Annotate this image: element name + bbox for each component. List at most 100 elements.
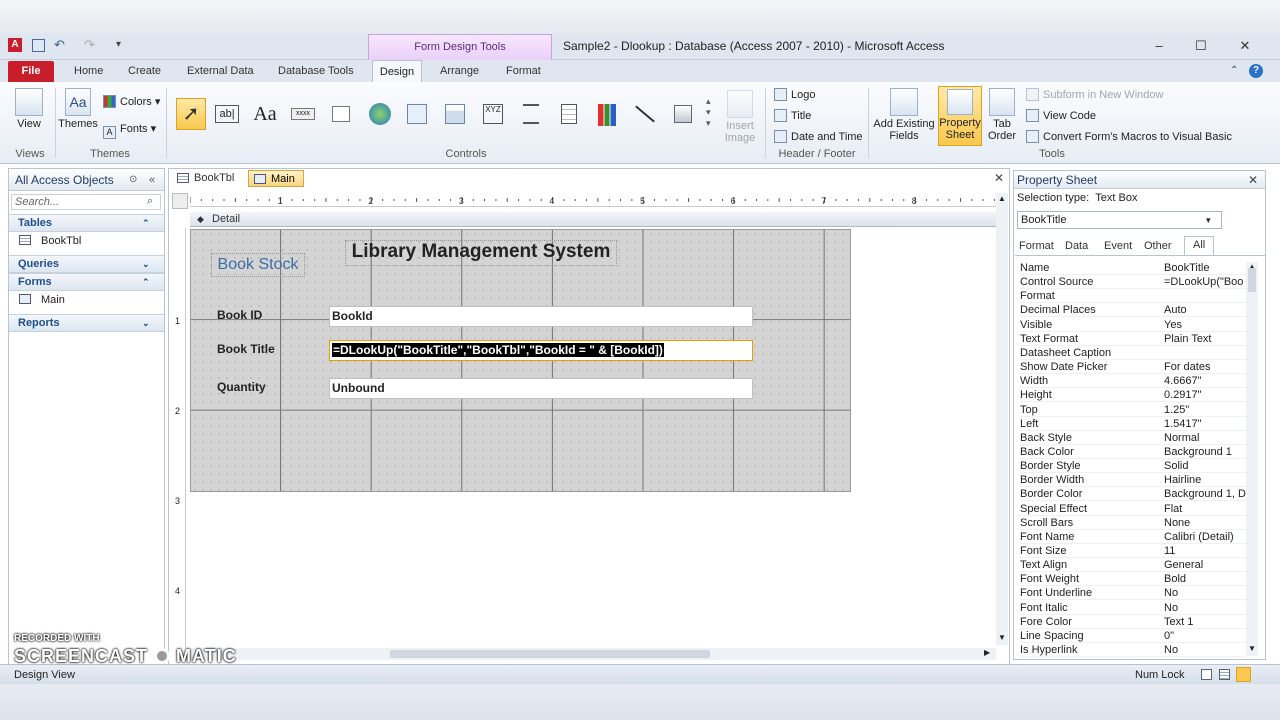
page-break-control[interactable] xyxy=(516,98,546,130)
property-row[interactable]: Text Format Plain Text xyxy=(1020,332,1246,346)
scroll-down-icon[interactable]: ▼ xyxy=(998,633,1006,642)
property-scrollbar[interactable]: ▲ ▼ xyxy=(1246,262,1258,656)
form-title-label[interactable]: Library Management System xyxy=(345,240,617,266)
minimize-button[interactable]: – xyxy=(1148,38,1170,54)
property-row[interactable]: Is Hyperlink No xyxy=(1020,643,1246,658)
property-value[interactable]: Calibri (Detail) xyxy=(1164,530,1246,544)
themes-button[interactable]: Aa Themes xyxy=(58,88,98,130)
save-icon[interactable] xyxy=(32,39,45,52)
textbox-control[interactable]: ab| xyxy=(212,98,242,130)
property-row[interactable]: Font Name Calibri (Detail) xyxy=(1020,530,1246,544)
doc-tab-booktbl[interactable]: BookTbl xyxy=(172,170,242,187)
property-row[interactable]: Scroll Bars None xyxy=(1020,516,1246,530)
tab-order-button[interactable]: Tab Order xyxy=(986,88,1018,142)
property-row[interactable]: Text Align General xyxy=(1020,558,1246,573)
property-row[interactable]: Border Color Background 1, D xyxy=(1020,487,1246,502)
logo-button[interactable]: Logo xyxy=(774,88,815,101)
detail-section-bar[interactable]: ◆ Detail xyxy=(190,212,996,227)
property-row[interactable]: Fore Color Text 1 xyxy=(1020,615,1246,629)
scroll-down-icon[interactable]: ▼ xyxy=(1248,644,1256,653)
horizontal-scrollbar[interactable]: ▶ xyxy=(190,648,996,660)
combo-box-control[interactable] xyxy=(554,98,584,130)
nav-section-queries[interactable]: Queries ⌄ xyxy=(9,255,164,273)
property-row[interactable]: Special Effect Flat xyxy=(1020,502,1246,516)
property-value[interactable]: Flat xyxy=(1164,502,1246,516)
view-code-button[interactable]: View Code xyxy=(1026,109,1096,122)
prop-tab-format[interactable]: Format xyxy=(1019,240,1054,252)
property-value[interactable]: General xyxy=(1164,558,1246,572)
close-document-icon[interactable]: ✕ xyxy=(994,171,1004,185)
property-value[interactable]: Hairline xyxy=(1164,473,1246,487)
property-row[interactable]: Height 0.2917" xyxy=(1020,388,1246,403)
property-value[interactable]: Solid xyxy=(1164,459,1246,473)
property-value[interactable]: Normal xyxy=(1164,431,1246,445)
book-id-label[interactable]: Book ID xyxy=(217,308,262,322)
property-row[interactable]: Back Style Normal xyxy=(1020,431,1246,445)
undo-icon[interactable]: ↶ xyxy=(54,37,65,53)
option-group-control[interactable]: XYZ xyxy=(478,98,508,130)
property-value[interactable]: 0" xyxy=(1164,629,1246,643)
property-row[interactable]: Font Underline No xyxy=(1020,586,1246,601)
property-value[interactable]: No xyxy=(1164,586,1246,600)
property-value[interactable]: Background 1 xyxy=(1164,445,1246,459)
property-value[interactable]: No xyxy=(1164,643,1246,657)
help-icon[interactable]: ? xyxy=(1249,64,1263,78)
book-id-textbox[interactable]: BookId xyxy=(329,306,753,327)
nav-item-main[interactable]: Main xyxy=(19,294,65,306)
button-control[interactable]: xxxx xyxy=(288,98,318,130)
quantity-textbox[interactable]: Unbound xyxy=(329,378,753,399)
object-selector-dropdown[interactable]: BookTitle ▾ xyxy=(1017,211,1222,229)
date-time-button[interactable]: Date and Time xyxy=(774,130,863,143)
tab-external-data[interactable]: External Data xyxy=(181,60,260,82)
nav-section-forms[interactable]: Forms ⌃ xyxy=(9,273,164,291)
property-value[interactable]: For dates xyxy=(1164,360,1246,374)
nav-section-tables[interactable]: Tables ⌃ xyxy=(9,214,164,232)
property-value[interactable]: =DLookUp("Boo xyxy=(1164,275,1246,289)
tab-create[interactable]: Create xyxy=(122,60,167,82)
nav-item-booktbl[interactable]: BookTbl xyxy=(19,235,81,247)
search-icon[interactable]: ⌕ xyxy=(147,195,153,208)
colors-button[interactable]: Colors ▾ xyxy=(103,95,160,108)
prop-tab-event[interactable]: Event xyxy=(1104,240,1132,252)
property-value[interactable]: None xyxy=(1164,516,1246,530)
property-value[interactable]: 1.25" xyxy=(1164,403,1246,417)
tab-arrange[interactable]: Arrange xyxy=(434,60,485,82)
view-button[interactable]: View xyxy=(10,88,48,130)
form-view-icon[interactable] xyxy=(1201,669,1212,680)
property-value[interactable]: 0.2917" xyxy=(1164,388,1246,402)
property-row[interactable]: Back Color Background 1 xyxy=(1020,445,1246,459)
insert-image-button[interactable]: Insert Image xyxy=(720,90,760,144)
property-row[interactable]: Visible Yes xyxy=(1020,318,1246,332)
property-value[interactable]: Background 1, D xyxy=(1164,487,1246,501)
hyperlink-control[interactable] xyxy=(364,98,394,130)
property-row[interactable]: Show Date Picker For dates xyxy=(1020,360,1246,375)
close-button[interactable]: ✕ xyxy=(1234,38,1256,54)
nav-pane-header[interactable]: All Access Objects ⊙ « xyxy=(9,169,164,191)
vertical-scrollbar[interactable]: ▲ ▼ xyxy=(996,193,1008,645)
property-value[interactable]: Plain Text xyxy=(1164,332,1246,346)
book-title-label[interactable]: Book Title xyxy=(217,342,275,356)
nav-section-reports[interactable]: Reports ⌄ xyxy=(9,314,164,332)
horizontal-scroll-thumb[interactable] xyxy=(390,650,710,658)
convert-macros-button[interactable]: Convert Form's Macros to Visual Basic xyxy=(1026,130,1232,143)
property-row[interactable]: Top 1.25" xyxy=(1020,403,1246,417)
prop-tab-data[interactable]: Data xyxy=(1065,240,1088,252)
select-pointer-control[interactable]: ➚ xyxy=(176,98,206,130)
design-view-icon[interactable] xyxy=(1236,667,1251,682)
redo-icon[interactable]: ↷ xyxy=(84,37,95,53)
controls-gallery-scroll[interactable]: ▴ ▾ ▾ xyxy=(706,96,711,129)
tab-home[interactable]: Home xyxy=(68,60,109,82)
nav-search-input[interactable]: Search... xyxy=(11,194,161,210)
property-value[interactable]: 4.6667" xyxy=(1164,374,1246,388)
minimize-ribbon-icon[interactable]: ⌃ xyxy=(1230,65,1238,76)
scroll-right-icon[interactable]: ▶ xyxy=(984,648,990,657)
label-control[interactable]: Aa xyxy=(250,98,280,130)
property-row[interactable]: Line Spacing 0" xyxy=(1020,629,1246,643)
property-row[interactable]: Font Size 11 xyxy=(1020,544,1246,558)
property-value[interactable]: BookTitle xyxy=(1164,261,1246,275)
property-sheet-button[interactable]: Property Sheet xyxy=(938,86,982,146)
form-selector[interactable] xyxy=(172,193,188,209)
property-value[interactable]: Yes xyxy=(1164,318,1246,332)
tab-design[interactable]: Design xyxy=(372,60,422,82)
customize-toolbar-icon[interactable]: ▾ xyxy=(116,39,121,50)
